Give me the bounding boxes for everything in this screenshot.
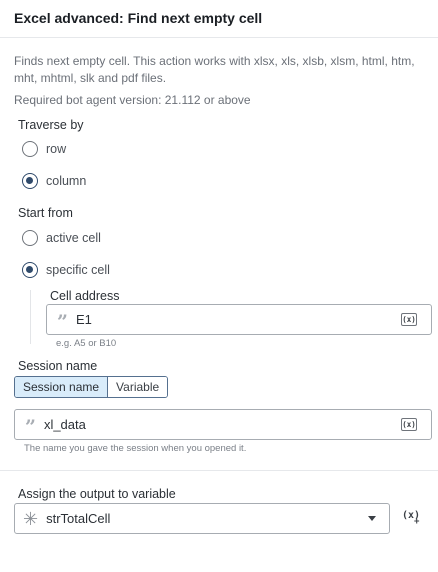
cell-address-label: Cell address xyxy=(50,289,120,303)
radio-button-checked[interactable] xyxy=(22,173,38,189)
action-title: Excel advanced: Find next empty cell xyxy=(14,10,263,26)
session-type-toggle: Session name Variable xyxy=(14,376,169,398)
asterisk-icon: ✳ xyxy=(23,508,39,529)
chevron-down-icon[interactable] xyxy=(368,516,376,521)
title-divider xyxy=(0,37,438,38)
nested-indent-line xyxy=(30,290,31,344)
session-label: Session name xyxy=(18,359,98,373)
variable-icon[interactable]: (x) xyxy=(401,418,417,431)
radio-label-row: row xyxy=(46,142,67,156)
traverse-label: Traverse by xyxy=(18,118,84,132)
cell-address-input[interactable]: ” E1 (x) xyxy=(46,304,432,335)
cell-address-hint: e.g. A5 or B10 xyxy=(56,338,117,349)
radio-label-active-cell: active cell xyxy=(46,231,101,245)
add-variable-icon[interactable]: (x) + xyxy=(402,510,420,527)
radio-button[interactable] xyxy=(22,141,38,157)
plus-icon: + xyxy=(414,517,420,527)
radio-button[interactable] xyxy=(22,230,38,246)
output-label: Assign the output to variable xyxy=(18,487,176,501)
radio-traverse-row[interactable]: row xyxy=(22,140,66,158)
radio-label-specific-cell: specific cell xyxy=(46,263,110,277)
quote-icon: ” xyxy=(57,311,68,333)
radio-start-specific-cell[interactable]: specific cell xyxy=(22,261,110,279)
start-from-label: Start from xyxy=(18,206,73,220)
quote-icon: ” xyxy=(25,416,36,438)
action-description: Finds next empty cell. This action works… xyxy=(14,54,415,85)
tab-session-name[interactable]: Session name xyxy=(15,377,109,397)
radio-label-column: column xyxy=(46,174,87,188)
tab-variable[interactable]: Variable xyxy=(108,377,168,397)
version-requirement: Required bot agent version: 21.112 or ab… xyxy=(14,93,251,107)
section-divider xyxy=(0,470,438,471)
session-name-input[interactable]: ” xl_data (x) xyxy=(14,409,432,440)
radio-traverse-column[interactable]: column xyxy=(22,172,86,190)
radio-button-checked[interactable] xyxy=(22,262,38,278)
action-panel: Excel advanced: Find next empty cell Fin… xyxy=(0,0,438,572)
session-hint: The name you gave the session when you o… xyxy=(24,443,247,454)
session-name-value[interactable]: xl_data xyxy=(44,417,401,432)
variable-icon[interactable]: (x) xyxy=(401,313,417,326)
output-variable-select[interactable]: ✳ strTotalCell xyxy=(14,503,390,534)
radio-start-active-cell[interactable]: active cell xyxy=(22,229,101,247)
output-variable-value: strTotalCell xyxy=(46,511,111,526)
cell-address-value[interactable]: E1 xyxy=(76,312,401,327)
